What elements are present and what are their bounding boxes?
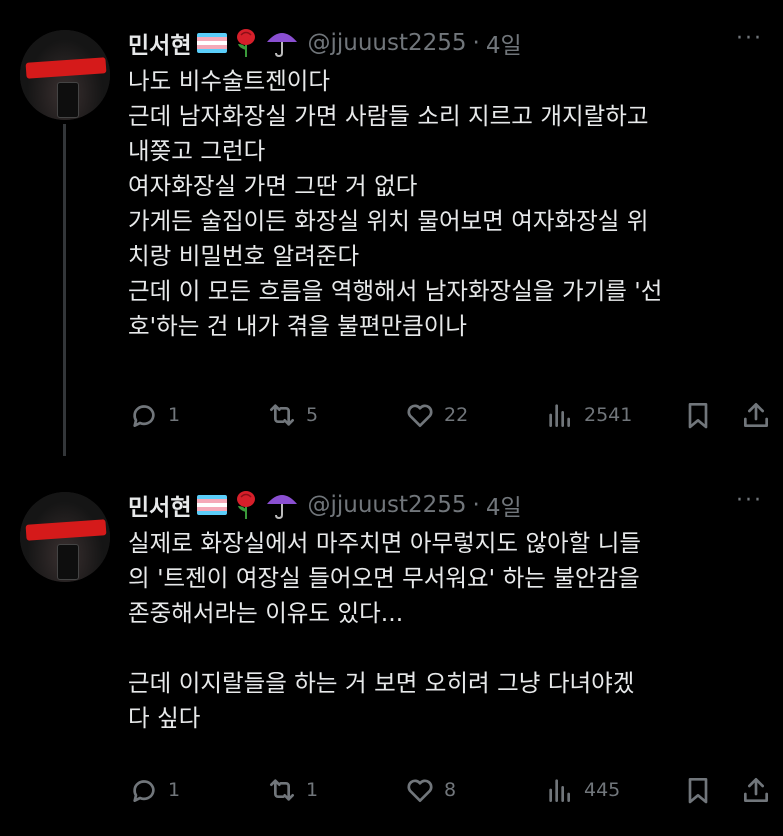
thread-connector-line bbox=[63, 124, 66, 456]
heart-icon bbox=[407, 404, 433, 427]
repost-button[interactable]: 1 bbox=[266, 774, 318, 806]
author-name[interactable]: 민서현 bbox=[128, 488, 191, 522]
tweet-text: 실제로 화장실에서 마주치면 아무렇지도 않아할 니들 의 '트젠이 여장실 들… bbox=[128, 529, 641, 732]
reply-count: 1 bbox=[168, 404, 181, 426]
bookmark-button[interactable] bbox=[682, 399, 714, 431]
tweet-text: 나도 비수술트젠이다 근데 남자화장실 가면 사람들 소리 지르고 개지랄하고 … bbox=[128, 67, 663, 340]
tweet-header: 민서현 @jjuuust2255 · 4일 ··· bbox=[128, 488, 763, 522]
umbrella-icon bbox=[265, 490, 299, 520]
avatar-phone bbox=[57, 544, 79, 580]
reply-icon bbox=[133, 780, 155, 802]
tweet-header: 민서현 @jjuuust2255 · 4일 ··· bbox=[128, 26, 763, 60]
like-count: 8 bbox=[444, 779, 457, 801]
author-handle[interactable]: @jjuuust2255 bbox=[307, 492, 466, 518]
timestamp[interactable]: 4일 bbox=[486, 488, 522, 522]
umbrella-icon bbox=[265, 28, 299, 58]
repost-button[interactable]: 5 bbox=[266, 399, 318, 431]
share-button[interactable] bbox=[740, 774, 772, 806]
share-icon bbox=[744, 778, 768, 802]
more-options-icon[interactable]: ··· bbox=[736, 488, 763, 513]
like-count: 22 bbox=[444, 404, 469, 426]
views-count: 2541 bbox=[584, 404, 633, 426]
action-bar: 1 5 22 2541 bbox=[128, 397, 773, 433]
repost-icon bbox=[270, 404, 294, 426]
more-options-icon[interactable]: ··· bbox=[736, 26, 763, 51]
bookmark-icon bbox=[688, 403, 708, 429]
bookmark-icon bbox=[688, 778, 708, 804]
timestamp[interactable]: 4일 bbox=[486, 26, 522, 60]
bookmark-button[interactable] bbox=[682, 774, 714, 806]
views-button[interactable]: 445 bbox=[544, 774, 620, 806]
share-button[interactable] bbox=[740, 399, 772, 431]
repost-count: 1 bbox=[306, 779, 319, 801]
author-handle[interactable]: @jjuuust2255 bbox=[307, 30, 466, 56]
separator-dot: · bbox=[472, 492, 480, 518]
avatar-phone bbox=[57, 82, 79, 118]
repost-icon bbox=[270, 779, 294, 801]
trans-flag-icon bbox=[197, 33, 228, 53]
share-icon bbox=[744, 403, 768, 427]
avatar[interactable] bbox=[20, 30, 110, 120]
views-button[interactable]: 2541 bbox=[544, 399, 632, 431]
reply-button[interactable]: 1 bbox=[128, 774, 180, 806]
views-icon bbox=[549, 404, 570, 427]
separator-dot: · bbox=[472, 30, 480, 56]
avatar[interactable] bbox=[20, 492, 110, 582]
reply-icon bbox=[133, 405, 155, 427]
action-bar: 1 1 8 445 bbox=[128, 772, 773, 808]
tweet[interactable]: 민서현 @jjuuust2255 · 4일 ··· 나도 비수술트젠이다 근데 … bbox=[0, 0, 783, 456]
rose-icon bbox=[233, 28, 259, 58]
reply-count: 1 bbox=[168, 779, 181, 801]
reply-button[interactable]: 1 bbox=[128, 399, 180, 431]
trans-flag-icon bbox=[197, 495, 228, 515]
rose-icon bbox=[233, 490, 259, 520]
repost-count: 5 bbox=[306, 404, 319, 426]
views-icon bbox=[549, 779, 570, 802]
author-name[interactable]: 민서현 bbox=[128, 26, 191, 60]
views-count: 445 bbox=[584, 779, 621, 801]
like-button[interactable]: 8 bbox=[404, 774, 456, 806]
heart-icon bbox=[407, 779, 433, 802]
tweet[interactable]: 민서현 @jjuuust2255 · 4일 ··· 실제로 화장실에서 마주치면… bbox=[0, 462, 783, 836]
like-button[interactable]: 22 bbox=[404, 399, 468, 431]
